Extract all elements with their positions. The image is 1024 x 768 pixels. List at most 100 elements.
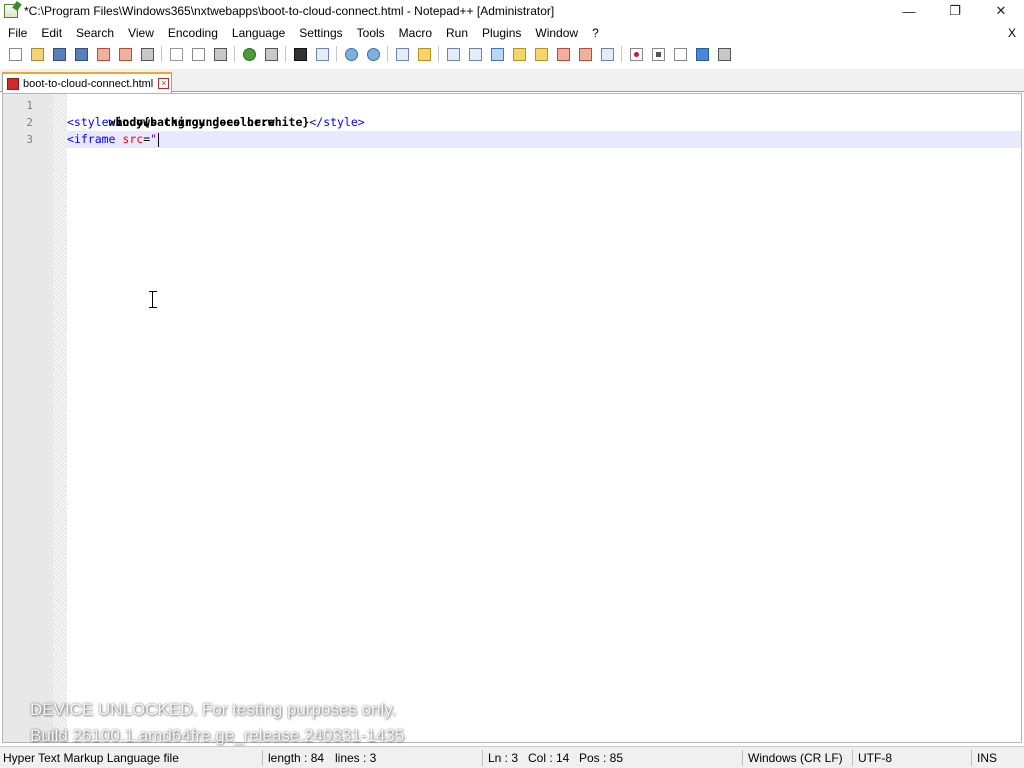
replace-icon[interactable] bbox=[314, 46, 330, 62]
save-all-icon[interactable] bbox=[73, 46, 89, 62]
open-file-icon[interactable] bbox=[29, 46, 45, 62]
status-bar: Hyper Text Markup Language file length :… bbox=[0, 746, 1024, 768]
menu-encoding[interactable]: Encoding bbox=[161, 23, 225, 43]
save-macro-icon[interactable] bbox=[716, 46, 732, 62]
toolbar bbox=[0, 43, 1024, 65]
status-length: length : 84 bbox=[268, 751, 325, 765]
style-content: body{background-color:white} bbox=[115, 115, 310, 129]
menu-view[interactable]: View bbox=[121, 23, 161, 43]
record-macro-icon[interactable] bbox=[628, 46, 644, 62]
document-map-icon[interactable] bbox=[533, 46, 549, 62]
print-icon[interactable] bbox=[139, 46, 155, 62]
line-number: 1 bbox=[26, 99, 33, 112]
status-divider bbox=[742, 750, 743, 766]
undo-icon[interactable] bbox=[241, 46, 257, 62]
status-divider bbox=[971, 750, 972, 766]
close-all-icon[interactable] bbox=[117, 46, 133, 62]
tab-label: boot-to-cloud-connect.html bbox=[23, 77, 154, 90]
window-title: *C:\Program Files\Windows365\nxtwebapps\… bbox=[24, 4, 555, 18]
paste-icon[interactable] bbox=[212, 46, 228, 62]
status-lines: lines : 3 bbox=[335, 751, 377, 765]
menu-settings[interactable]: Settings bbox=[292, 23, 349, 43]
unsaved-file-icon bbox=[7, 77, 19, 90]
sync-horizontal-icon[interactable] bbox=[416, 46, 432, 62]
iframe-tag-name: iframe bbox=[73, 132, 116, 146]
zoom-in-icon[interactable] bbox=[343, 46, 359, 62]
word-wrap-icon[interactable] bbox=[445, 46, 461, 62]
menu-language[interactable]: Language bbox=[225, 23, 292, 43]
toolbar-separator bbox=[438, 46, 439, 62]
toolbar-separator bbox=[336, 46, 337, 62]
menu-edit[interactable]: Edit bbox=[34, 23, 69, 43]
code-line-1[interactable]: windows thingy goes here bbox=[67, 97, 1021, 129]
status-position: Pos : 85 bbox=[579, 751, 624, 765]
fold-margin[interactable] bbox=[53, 94, 67, 742]
menu-bar: File Edit Search View Encoding Language … bbox=[0, 23, 1024, 43]
status-column: Col : 14 bbox=[528, 751, 570, 765]
watermark-line-1: DEVICE UNLOCKED. For testing purposes on… bbox=[30, 700, 397, 719]
zoom-out-icon[interactable] bbox=[365, 46, 381, 62]
toolbar-separator bbox=[161, 46, 162, 62]
status-divider bbox=[262, 750, 263, 766]
function-list-icon[interactable] bbox=[555, 46, 571, 62]
document-tab-bar: boot-to-cloud-connect.html × bbox=[0, 69, 1024, 93]
menu-help[interactable]: ? bbox=[585, 23, 606, 43]
notepad-plus-plus-app-icon[interactable] bbox=[4, 4, 18, 18]
code-area[interactable]: windows thingy goes here <style>body{bac… bbox=[67, 94, 1021, 742]
menu-file[interactable]: File bbox=[0, 23, 34, 43]
find-icon[interactable] bbox=[292, 46, 308, 62]
status-encoding[interactable]: UTF-8 bbox=[858, 747, 892, 768]
text-caret bbox=[158, 132, 160, 147]
code-line-3-current[interactable]: <iframe src=" bbox=[67, 131, 1021, 148]
sync-vertical-icon[interactable] bbox=[394, 46, 410, 62]
menu-tools[interactable]: Tools bbox=[350, 23, 392, 43]
copy-icon[interactable] bbox=[190, 46, 206, 62]
stop-record-icon[interactable] bbox=[650, 46, 666, 62]
title-bar: *C:\Program Files\Windows365\nxtwebapps\… bbox=[0, 0, 1024, 22]
style-close-tag: </style> bbox=[309, 115, 365, 129]
status-divider bbox=[482, 750, 483, 766]
menu-plugins[interactable]: Plugins bbox=[475, 23, 528, 43]
restore-button[interactable]: ❐ bbox=[932, 0, 978, 22]
menu-window[interactable]: Window bbox=[528, 23, 585, 43]
line-number: 2 bbox=[26, 116, 33, 129]
indent-guide-icon[interactable] bbox=[489, 46, 505, 62]
minimize-button[interactable]: — bbox=[886, 0, 932, 22]
close-window-button[interactable]: ✕ bbox=[978, 0, 1024, 22]
toolbar-separator bbox=[234, 46, 235, 62]
status-line-number: Ln : 3 bbox=[488, 751, 519, 765]
monitoring-icon[interactable] bbox=[599, 46, 615, 62]
editor[interactable]: 1 2 3 windows thingy goes here <style>bo… bbox=[2, 93, 1022, 743]
status-insert-mode[interactable]: INS bbox=[977, 747, 997, 768]
line-number: 3 bbox=[26, 133, 33, 146]
tab-close-icon[interactable]: × bbox=[158, 78, 170, 89]
close-icon[interactable] bbox=[95, 46, 111, 62]
new-file-icon[interactable] bbox=[7, 46, 23, 62]
folder-workspace-icon[interactable] bbox=[577, 46, 593, 62]
toolbar-separator bbox=[621, 46, 622, 62]
save-icon[interactable] bbox=[51, 46, 67, 62]
run-macro-multiple-icon[interactable] bbox=[694, 46, 710, 62]
tag-open-bracket: < bbox=[67, 132, 74, 146]
cut-icon[interactable] bbox=[168, 46, 184, 62]
menu-search[interactable]: Search bbox=[69, 23, 121, 43]
window-controls: — ❐ ✕ bbox=[886, 0, 1024, 22]
src-attribute: src bbox=[122, 132, 144, 146]
tab-boot-to-cloud-connect[interactable]: boot-to-cloud-connect.html × bbox=[2, 72, 172, 93]
status-file-type: Hyper Text Markup Language file bbox=[3, 751, 179, 765]
redo-icon[interactable] bbox=[263, 46, 279, 62]
close-document-button[interactable]: X bbox=[1008, 23, 1016, 43]
status-eol-format[interactable]: Windows (CR LF) bbox=[748, 747, 843, 768]
play-macro-icon[interactable] bbox=[672, 46, 688, 62]
language-udl-icon[interactable] bbox=[511, 46, 527, 62]
string-quote: " bbox=[150, 132, 158, 146]
toolbar-separator bbox=[285, 46, 286, 62]
code-line-2[interactable]: <style>body{background-color:white}</sty… bbox=[67, 114, 1021, 131]
line-number-gutter: 1 2 3 bbox=[3, 94, 53, 742]
ibeam-cursor-icon bbox=[149, 291, 157, 308]
watermark-line-2: Build 26100.1.amd64fre.ge_release.240331… bbox=[30, 726, 405, 745]
menu-macro[interactable]: Macro bbox=[392, 23, 439, 43]
style-open-tag: <style> bbox=[67, 115, 116, 129]
show-all-chars-icon[interactable] bbox=[467, 46, 483, 62]
menu-run[interactable]: Run bbox=[439, 23, 475, 43]
